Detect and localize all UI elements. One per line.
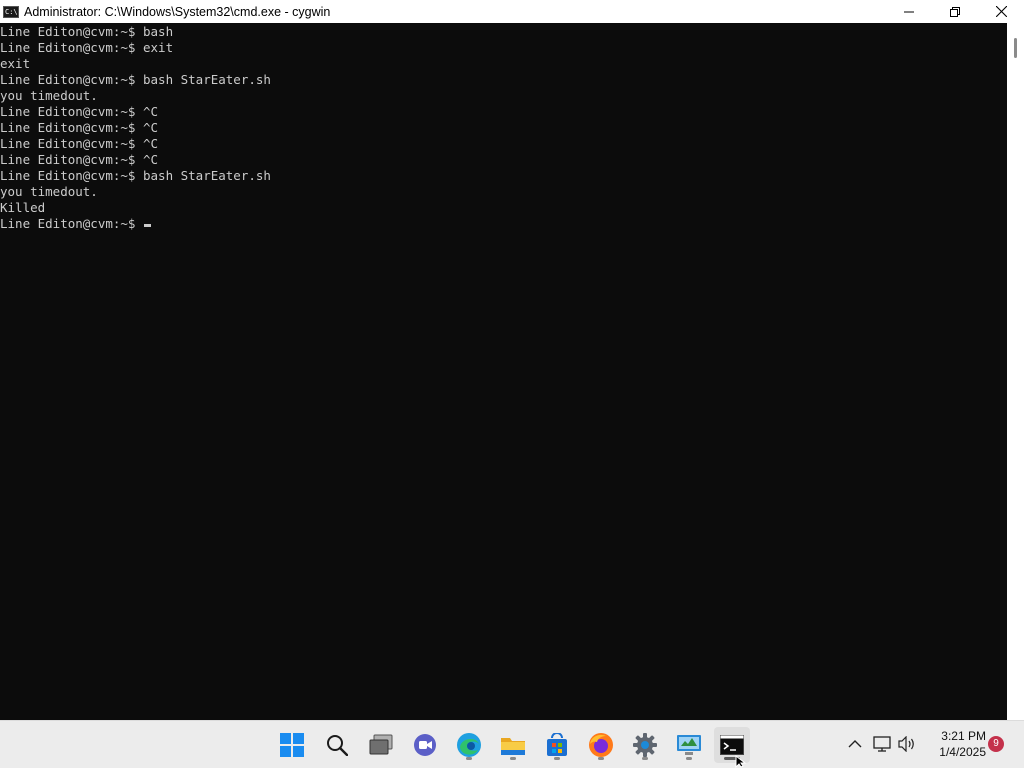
terminal-output[interactable]: Line Editon@cvm:~$ bash Line Editon@cvm:… <box>0 23 1007 720</box>
cmd-icon[interactable]: C:\ <box>3 5 19 18</box>
console-line: Line Editon@cvm:~$ ^C <box>0 136 159 151</box>
folder-icon <box>501 738 525 755</box>
video-chat-icon <box>414 734 436 756</box>
running-indicator <box>686 757 692 760</box>
network-button[interactable] <box>871 733 893 755</box>
running-indicator <box>466 757 472 760</box>
search-icon <box>327 735 348 756</box>
clock-date: 1/4/2025 <box>939 745 986 759</box>
network-icon <box>873 736 891 752</box>
edge-browser-icon <box>457 733 481 757</box>
running-indicator <box>554 757 560 760</box>
running-indicator <box>598 757 604 760</box>
taskbar: 3:21 PM 1/4/2025 <box>0 720 1024 768</box>
console-line: Line Editon@cvm:~$ ^C <box>0 152 159 167</box>
clock-time: 3:21 PM <box>941 729 986 743</box>
volume-icon <box>898 736 914 752</box>
window-title: Administrator: C:\Windows\System32\cmd.e… <box>24 4 331 19</box>
gear-icon <box>633 733 657 757</box>
start-button[interactable] <box>274 727 310 763</box>
console-line: you timedout. <box>0 88 98 103</box>
minimize-icon <box>904 11 914 12</box>
notification-badge[interactable]: 9 <box>988 736 1004 752</box>
control-panel-button[interactable] <box>671 727 707 763</box>
store-button[interactable] <box>539 727 575 763</box>
text-cursor <box>144 224 151 227</box>
scrollbar-thumb[interactable] <box>1014 38 1017 58</box>
terminal-icon <box>720 735 744 755</box>
console-line: Line Editon@cvm:~$ bash StarEater.sh <box>0 72 271 87</box>
windows-start-icon <box>280 733 304 757</box>
console-line: Line Editon@cvm:~$ ^C <box>0 120 159 135</box>
chevron-up-icon <box>848 740 862 748</box>
close-icon <box>995 6 1007 17</box>
console-line: Killed <box>0 200 46 215</box>
close-button[interactable] <box>978 0 1024 23</box>
search-button[interactable] <box>319 727 355 763</box>
vertical-scrollbar[interactable] <box>1007 23 1024 720</box>
restore-icon <box>950 6 960 17</box>
task-view-icon <box>369 734 393 755</box>
file-explorer-button[interactable] <box>495 727 531 763</box>
settings-button[interactable] <box>627 727 663 763</box>
mouse-pointer-icon <box>735 755 747 768</box>
console-line: Line Editon@cvm:~$ exit <box>0 40 174 55</box>
firefox-button[interactable] <box>583 727 619 763</box>
show-hidden-icons-button[interactable] <box>844 733 866 755</box>
task-view-button[interactable] <box>363 727 399 763</box>
cmd-icon-label: C:\ <box>5 7 18 16</box>
edge-button[interactable] <box>451 727 487 763</box>
firefox-icon <box>589 733 613 757</box>
title-bar[interactable]: C:\ Administrator: C:\Windows\System32\c… <box>0 0 1024 23</box>
console-input-line[interactable]: Line Editon@cvm:~$ <box>0 216 1007 232</box>
console-line: exit <box>0 56 31 71</box>
console-line: Line Editon@cvm:~$ bash <box>0 24 174 39</box>
meet-button[interactable] <box>407 727 443 763</box>
console-line: Line Editon@cvm:~$ ^C <box>0 104 159 119</box>
running-indicator <box>510 757 516 760</box>
minimize-button[interactable] <box>886 0 932 23</box>
prompt: Line Editon@cvm:~$ <box>0 216 143 231</box>
console-lines: Line Editon@cvm:~$ bash Line Editon@cvm:… <box>0 23 1007 232</box>
store-icon <box>547 733 567 756</box>
console-line: you timedout. <box>0 184 98 199</box>
running-indicator <box>642 757 648 760</box>
window-controls <box>886 0 1024 23</box>
volume-button[interactable] <box>896 733 918 755</box>
console-line: Line Editon@cvm:~$ bash StarEater.sh <box>0 168 271 183</box>
restore-button[interactable] <box>932 0 978 23</box>
control-panel-icon <box>677 735 701 755</box>
system-clock[interactable]: 3:21 PM 1/4/2025 <box>930 728 986 760</box>
